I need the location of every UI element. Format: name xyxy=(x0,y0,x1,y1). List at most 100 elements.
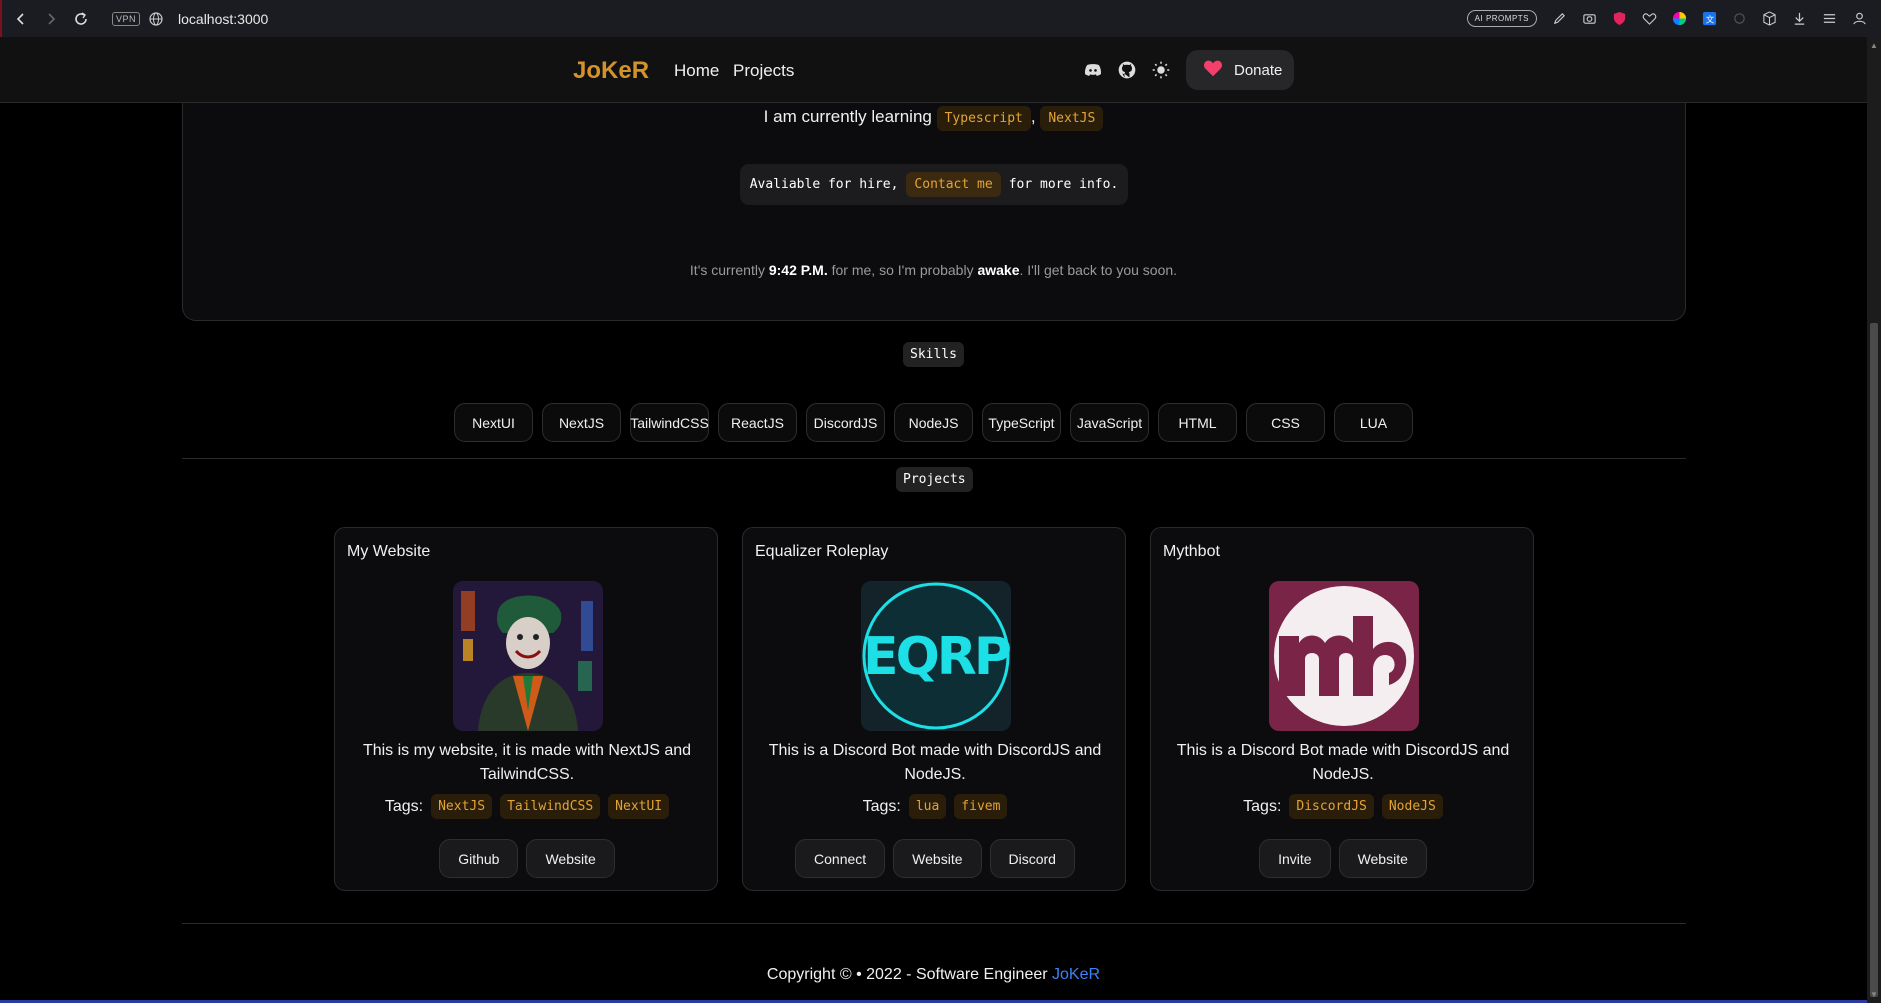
discord-icon[interactable] xyxy=(1082,59,1104,81)
project-image-joker xyxy=(453,581,603,731)
tag-chip: NextJS xyxy=(431,794,493,819)
heart-icon xyxy=(1202,57,1224,83)
menu-icon[interactable] xyxy=(1821,11,1837,27)
tag-chip: TailwindCSS xyxy=(500,794,601,819)
svg-text:文: 文 xyxy=(1705,14,1714,24)
time-prefix: It's currently xyxy=(689,262,765,278)
project-title: Equalizer Roleplay xyxy=(755,543,889,560)
scroll-down-icon[interactable]: ▼ xyxy=(1870,990,1878,999)
reload-icon[interactable] xyxy=(70,8,92,30)
project-tags: Tags: DiscordJS NodeJS xyxy=(1151,794,1535,819)
skill-chip[interactable]: NodeJS xyxy=(894,403,973,442)
discord-button[interactable]: Discord xyxy=(989,839,1075,878)
project-title: My Website xyxy=(347,543,431,560)
time-suffix: . I'll get back to you soon. xyxy=(1019,262,1178,278)
shield-icon[interactable] xyxy=(1611,11,1627,27)
skill-chip[interactable]: CSS xyxy=(1246,403,1325,442)
site-header: JoKeR Home Projects Donate xyxy=(0,37,1867,103)
back-icon[interactable] xyxy=(10,8,32,30)
vpn-badge[interactable]: VPN xyxy=(112,11,141,26)
project-card-my-website: My Website This is my website, it is mad… xyxy=(334,527,718,891)
skill-chip[interactable]: NextJS xyxy=(542,403,621,442)
donate-label: Donate xyxy=(1234,61,1283,79)
project-tags: Tags: NextJS TailwindCSS NextUI xyxy=(335,794,719,819)
project-image-mythbot-logo xyxy=(1269,581,1419,731)
circle-icon[interactable] xyxy=(1731,11,1747,27)
skills-list: NextUI NextJS TailwindCSS ReactJS Discor… xyxy=(454,403,1413,442)
section-divider xyxy=(182,458,1686,459)
tag-chip: NodeJS xyxy=(1381,794,1443,819)
learning-tag-typescript: Typescript xyxy=(936,106,1031,131)
projects-label: Projects xyxy=(896,467,973,492)
heart-icon[interactable] xyxy=(1641,11,1657,27)
skill-chip[interactable]: DiscordJS xyxy=(806,403,885,442)
skill-chip[interactable]: HTML xyxy=(1158,403,1237,442)
tags-label: Tags: xyxy=(1243,797,1282,815)
nav-projects[interactable]: Projects xyxy=(733,61,794,81)
github-button[interactable]: Github xyxy=(439,839,519,878)
donate-button[interactable]: Donate xyxy=(1186,50,1294,90)
profile-icon[interactable] xyxy=(1851,11,1867,27)
site-logo[interactable]: JoKeR xyxy=(573,57,649,85)
eqrp-logo-text: EQRP xyxy=(863,627,1010,687)
skill-chip[interactable]: LUA xyxy=(1334,403,1413,442)
project-card-mythbot: Mythbot This is a Discord Bot made with … xyxy=(1150,527,1534,891)
translate-icon[interactable]: 文 xyxy=(1701,11,1717,27)
tag-chip: fivem xyxy=(954,794,1008,819)
copyright-text: Copyright © • 2022 - Software Engineer xyxy=(766,966,1048,983)
footer-divider xyxy=(182,923,1686,924)
time-mid: for me, so I'm probably xyxy=(831,262,974,278)
project-buttons: Github Website xyxy=(335,839,719,878)
contact-me-link[interactable]: Contact me xyxy=(906,172,1001,197)
theme-toggle-sun-icon[interactable] xyxy=(1150,59,1172,81)
edit-icon[interactable] xyxy=(1551,11,1567,27)
project-description: This is my website, it is made with Next… xyxy=(362,742,692,783)
project-buttons: Invite Website xyxy=(1151,839,1535,878)
project-image-eqrp-logo: EQRP xyxy=(861,581,1011,731)
learning-separator: , xyxy=(1030,107,1036,126)
connect-button[interactable]: Connect xyxy=(795,839,886,878)
learning-line: I am currently learning Typescript, Next… xyxy=(0,106,1867,131)
skill-chip[interactable]: ReactJS xyxy=(718,403,797,442)
tags-label: Tags: xyxy=(384,797,424,815)
time-state: awake xyxy=(977,262,1020,278)
skill-chip[interactable]: JavaScript xyxy=(1070,403,1149,442)
tag-chip: DiscordJS xyxy=(1289,794,1374,819)
scroll-thumb[interactable] xyxy=(1870,323,1878,997)
skill-chip[interactable]: TailwindCSS xyxy=(630,403,709,442)
page-scrollbar[interactable]: ▲ ▼ xyxy=(1867,37,1881,1003)
github-icon[interactable] xyxy=(1116,59,1138,81)
website-button[interactable]: Website xyxy=(526,839,615,878)
footer-brand-link[interactable]: JoKeR xyxy=(1052,966,1100,983)
project-buttons: Connect Website Discord xyxy=(743,839,1127,878)
color-wheel-icon[interactable] xyxy=(1671,11,1687,27)
website-button[interactable]: Website xyxy=(1338,839,1427,878)
forward-icon[interactable] xyxy=(40,8,62,30)
tag-chip: NextUI xyxy=(608,794,670,819)
download-icon[interactable] xyxy=(1791,11,1807,27)
skills-label: Skills xyxy=(903,342,964,367)
camera-icon[interactable] xyxy=(1581,11,1597,27)
skill-chip[interactable]: NextUI xyxy=(454,403,533,442)
extensions-cube-icon[interactable] xyxy=(1761,11,1777,27)
project-description: This is a Discord Bot made with DiscordJ… xyxy=(768,742,1102,783)
project-tags: Tags: lua fivem xyxy=(743,794,1127,819)
browser-toolbar: VPN localhost:3000 AI PROMPTS 文 xyxy=(0,0,1881,37)
nav-home[interactable]: Home xyxy=(674,61,719,81)
project-description: This is a Discord Bot made with DiscordJ… xyxy=(1176,742,1510,783)
scroll-up-icon[interactable]: ▲ xyxy=(1870,41,1878,50)
address-bar[interactable]: localhost:3000 xyxy=(178,11,268,27)
hire-box: Avaliable for hire, Contact me for more … xyxy=(740,164,1128,205)
website-button[interactable]: Website xyxy=(893,839,982,878)
footer: Copyright © • 2022 - Software Engineer J… xyxy=(0,966,1867,984)
hire-suffix: for more info. xyxy=(1008,177,1119,192)
hire-prefix: Avaliable for hire, xyxy=(749,177,899,192)
learning-prefix: I am currently learning xyxy=(763,107,932,126)
project-title: Mythbot xyxy=(1163,543,1220,560)
tag-chip: lua xyxy=(908,794,947,819)
invite-button[interactable]: Invite xyxy=(1259,839,1331,878)
ai-prompts-button[interactable]: AI PROMPTS xyxy=(1466,10,1537,27)
time-value: 9:42 P.M. xyxy=(768,262,828,278)
globe-icon xyxy=(148,11,164,27)
skill-chip[interactable]: TypeScript xyxy=(982,403,1061,442)
